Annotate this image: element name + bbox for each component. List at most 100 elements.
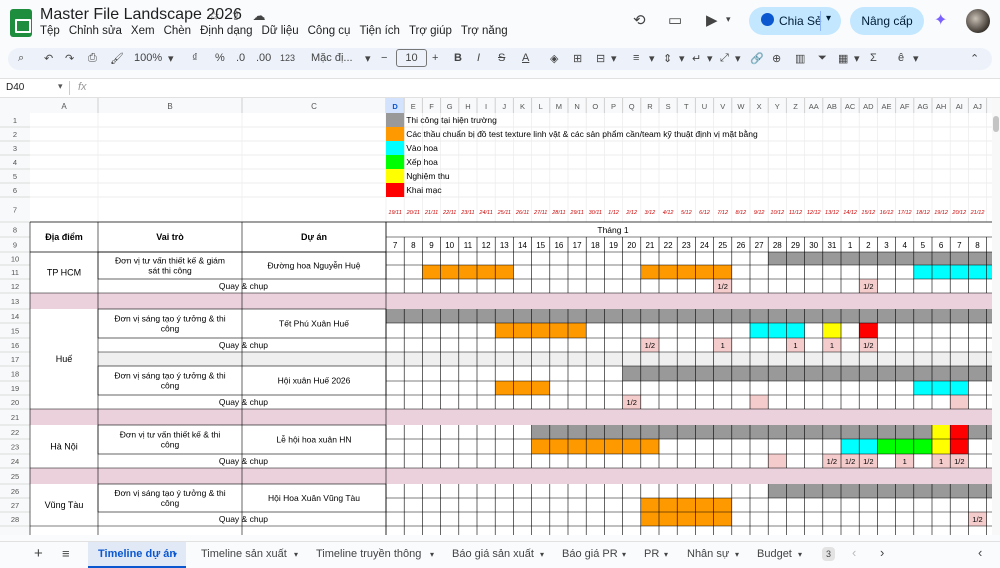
row-number-17[interactable]: 17 <box>11 355 19 364</box>
name-box-dropdown-icon[interactable]: ▾ <box>58 81 63 92</box>
filter-views-dropdown-icon[interactable]: ▾ <box>854 52 860 65</box>
tab-dropdown-icon[interactable]: ▾ <box>430 550 434 559</box>
column-header-A[interactable]: A <box>61 102 67 111</box>
column-header-J[interactable]: J <box>502 102 506 111</box>
scroll-tabs-left-icon[interactable]: ‹ <box>852 545 856 560</box>
row-number-6[interactable]: 6 <box>13 186 17 195</box>
column-header-S[interactable]: S <box>666 102 671 111</box>
column-header-AA[interactable]: AA <box>809 102 819 111</box>
input-tools-dropdown-icon[interactable]: ▾ <box>913 52 919 65</box>
zoom-dropdown-icon[interactable]: ▾ <box>168 52 174 65</box>
row-number-18[interactable]: 18 <box>11 370 19 379</box>
currency-icon[interactable]: ₫ <box>192 52 198 64</box>
collapse-toolbar-icon[interactable]: ⌃ <box>970 52 979 65</box>
column-header-W[interactable]: W <box>737 102 745 111</box>
row-number-22[interactable]: 22 <box>11 428 19 437</box>
column-header-R[interactable]: R <box>647 102 653 111</box>
menu-item-5[interactable]: Dữ liệu <box>262 25 299 37</box>
avatar[interactable] <box>966 9 990 33</box>
text-color-button[interactable]: A <box>522 52 529 64</box>
input-tools-icon[interactable]: ê <box>898 52 904 64</box>
column-header-AH[interactable]: AH <box>936 102 946 111</box>
row-number-24[interactable]: 24 <box>11 457 19 466</box>
italic-button[interactable]: I <box>477 52 480 64</box>
column-header-AB[interactable]: AB <box>827 102 837 111</box>
halign-dropdown-icon[interactable]: ▾ <box>649 52 655 65</box>
scroll-tabs-right-icon[interactable]: › <box>880 545 884 560</box>
row-number-4[interactable]: 4 <box>13 158 17 167</box>
insert-comment-icon[interactable]: ⊕ <box>772 52 781 65</box>
column-header-D[interactable]: D <box>392 102 398 111</box>
tab-bao-gia-pr[interactable]: Báo giá PR <box>562 548 618 560</box>
meet-dropdown-icon[interactable]: ▾ <box>726 14 731 25</box>
tab-dropdown-icon[interactable]: ▾ <box>294 550 298 559</box>
functions-button[interactable]: Σ <box>870 52 877 64</box>
undo-icon[interactable]: ↶ <box>44 52 53 65</box>
column-header-O[interactable]: O <box>592 102 598 111</box>
sheets-logo-icon[interactable] <box>10 9 32 37</box>
all-sheets-icon[interactable]: ≡ <box>62 546 70 561</box>
column-header-G[interactable]: G <box>447 102 453 111</box>
row-number-5[interactable]: 5 <box>13 172 17 181</box>
menu-item-1[interactable]: Chỉnh sửa <box>69 25 122 37</box>
tab-bao-gia-san-xuat[interactable]: Báo giá sản xuất <box>452 548 534 560</box>
menu-item-8[interactable]: Trợ giúp <box>409 25 452 37</box>
column-header-AE[interactable]: AE <box>881 102 891 111</box>
valign-dropdown-icon[interactable]: ▾ <box>679 52 685 65</box>
column-header-K[interactable]: K <box>520 102 525 111</box>
filter-views-icon[interactable]: ▦ <box>838 52 848 65</box>
paint-format-icon[interactable]: 🖌 <box>110 52 124 65</box>
history-icon[interactable]: ⟲ <box>633 11 646 29</box>
column-header-B[interactable]: B <box>167 102 172 111</box>
tab-dropdown-icon[interactable]: ▾ <box>622 550 626 559</box>
row-number-26[interactable]: 26 <box>11 487 19 496</box>
row-number-21[interactable]: 21 <box>11 413 19 422</box>
column-header-U[interactable]: U <box>702 102 707 111</box>
row-number-28[interactable]: 28 <box>11 515 19 524</box>
decrease-decimal-button[interactable]: .0 <box>236 52 245 64</box>
tab-timeline-san-xuat[interactable]: Timeline sản xuất <box>201 548 287 560</box>
column-header-P[interactable]: P <box>611 102 616 111</box>
tab-timeline-truyen-thong[interactable]: Timeline truyền thông <box>316 548 421 560</box>
column-header-Y[interactable]: Y <box>775 102 780 111</box>
column-header-H[interactable]: H <box>465 102 470 111</box>
tab-pr[interactable]: PR <box>644 548 659 560</box>
share-dropdown-icon[interactable]: ▾ <box>826 13 831 24</box>
column-header-T[interactable]: T <box>684 102 689 111</box>
move-icon[interactable]: ⇪ <box>228 8 244 24</box>
text-wrap-icon[interactable]: ↵ <box>692 52 701 65</box>
row-number-1[interactable]: 1 <box>13 116 17 125</box>
column-header-Z[interactable]: Z <box>793 102 798 111</box>
vertical-scrollbar[interactable] <box>992 98 1000 535</box>
menu-item-6[interactable]: Công cụ <box>308 25 351 37</box>
add-sheet-icon[interactable]: + <box>34 545 43 562</box>
scrollbar-thumb[interactable] <box>993 116 999 132</box>
row-number-14[interactable]: 14 <box>11 312 19 321</box>
row-number-20[interactable]: 20 <box>11 398 19 407</box>
menu-item-3[interactable]: Chèn <box>164 25 192 37</box>
fill-color-icon[interactable]: ◈ <box>550 52 558 65</box>
column-header-AC[interactable]: AC <box>845 102 856 111</box>
strikethrough-button[interactable]: S <box>498 52 505 64</box>
row-number-9[interactable]: 9 <box>13 241 17 250</box>
tab-timeline-du-an[interactable]: Timeline dự án <box>98 548 176 560</box>
column-header-I[interactable]: I <box>485 102 487 111</box>
star-icon[interactable]: ☆ <box>206 8 222 24</box>
column-header-AF[interactable]: AF <box>900 102 910 111</box>
font-dropdown-icon[interactable]: ▾ <box>365 52 371 65</box>
insert-chart-icon[interactable]: ▥ <box>795 52 805 65</box>
column-header-AD[interactable]: AD <box>863 102 874 111</box>
insert-link-icon[interactable]: 🔗 <box>750 52 764 65</box>
column-header-M[interactable]: M <box>556 102 562 111</box>
tab-dropdown-icon[interactable]: ▾ <box>173 550 177 559</box>
column-header-AI[interactable]: AI <box>956 102 963 111</box>
column-header-AJ[interactable]: AJ <box>973 102 982 111</box>
menu-item-0[interactable]: Tệp <box>40 25 60 37</box>
collapse-sidebar-icon[interactable]: ‹ <box>978 545 982 560</box>
menu-item-4[interactable]: Định dạng <box>200 25 252 37</box>
font-size-increase-icon[interactable]: + <box>432 52 438 64</box>
number-format-button[interactable]: 123 <box>280 53 295 63</box>
menu-item-2[interactable]: Xem <box>131 25 155 37</box>
font-size-input[interactable]: 10 <box>396 49 427 67</box>
row-number-15[interactable]: 15 <box>11 327 19 336</box>
